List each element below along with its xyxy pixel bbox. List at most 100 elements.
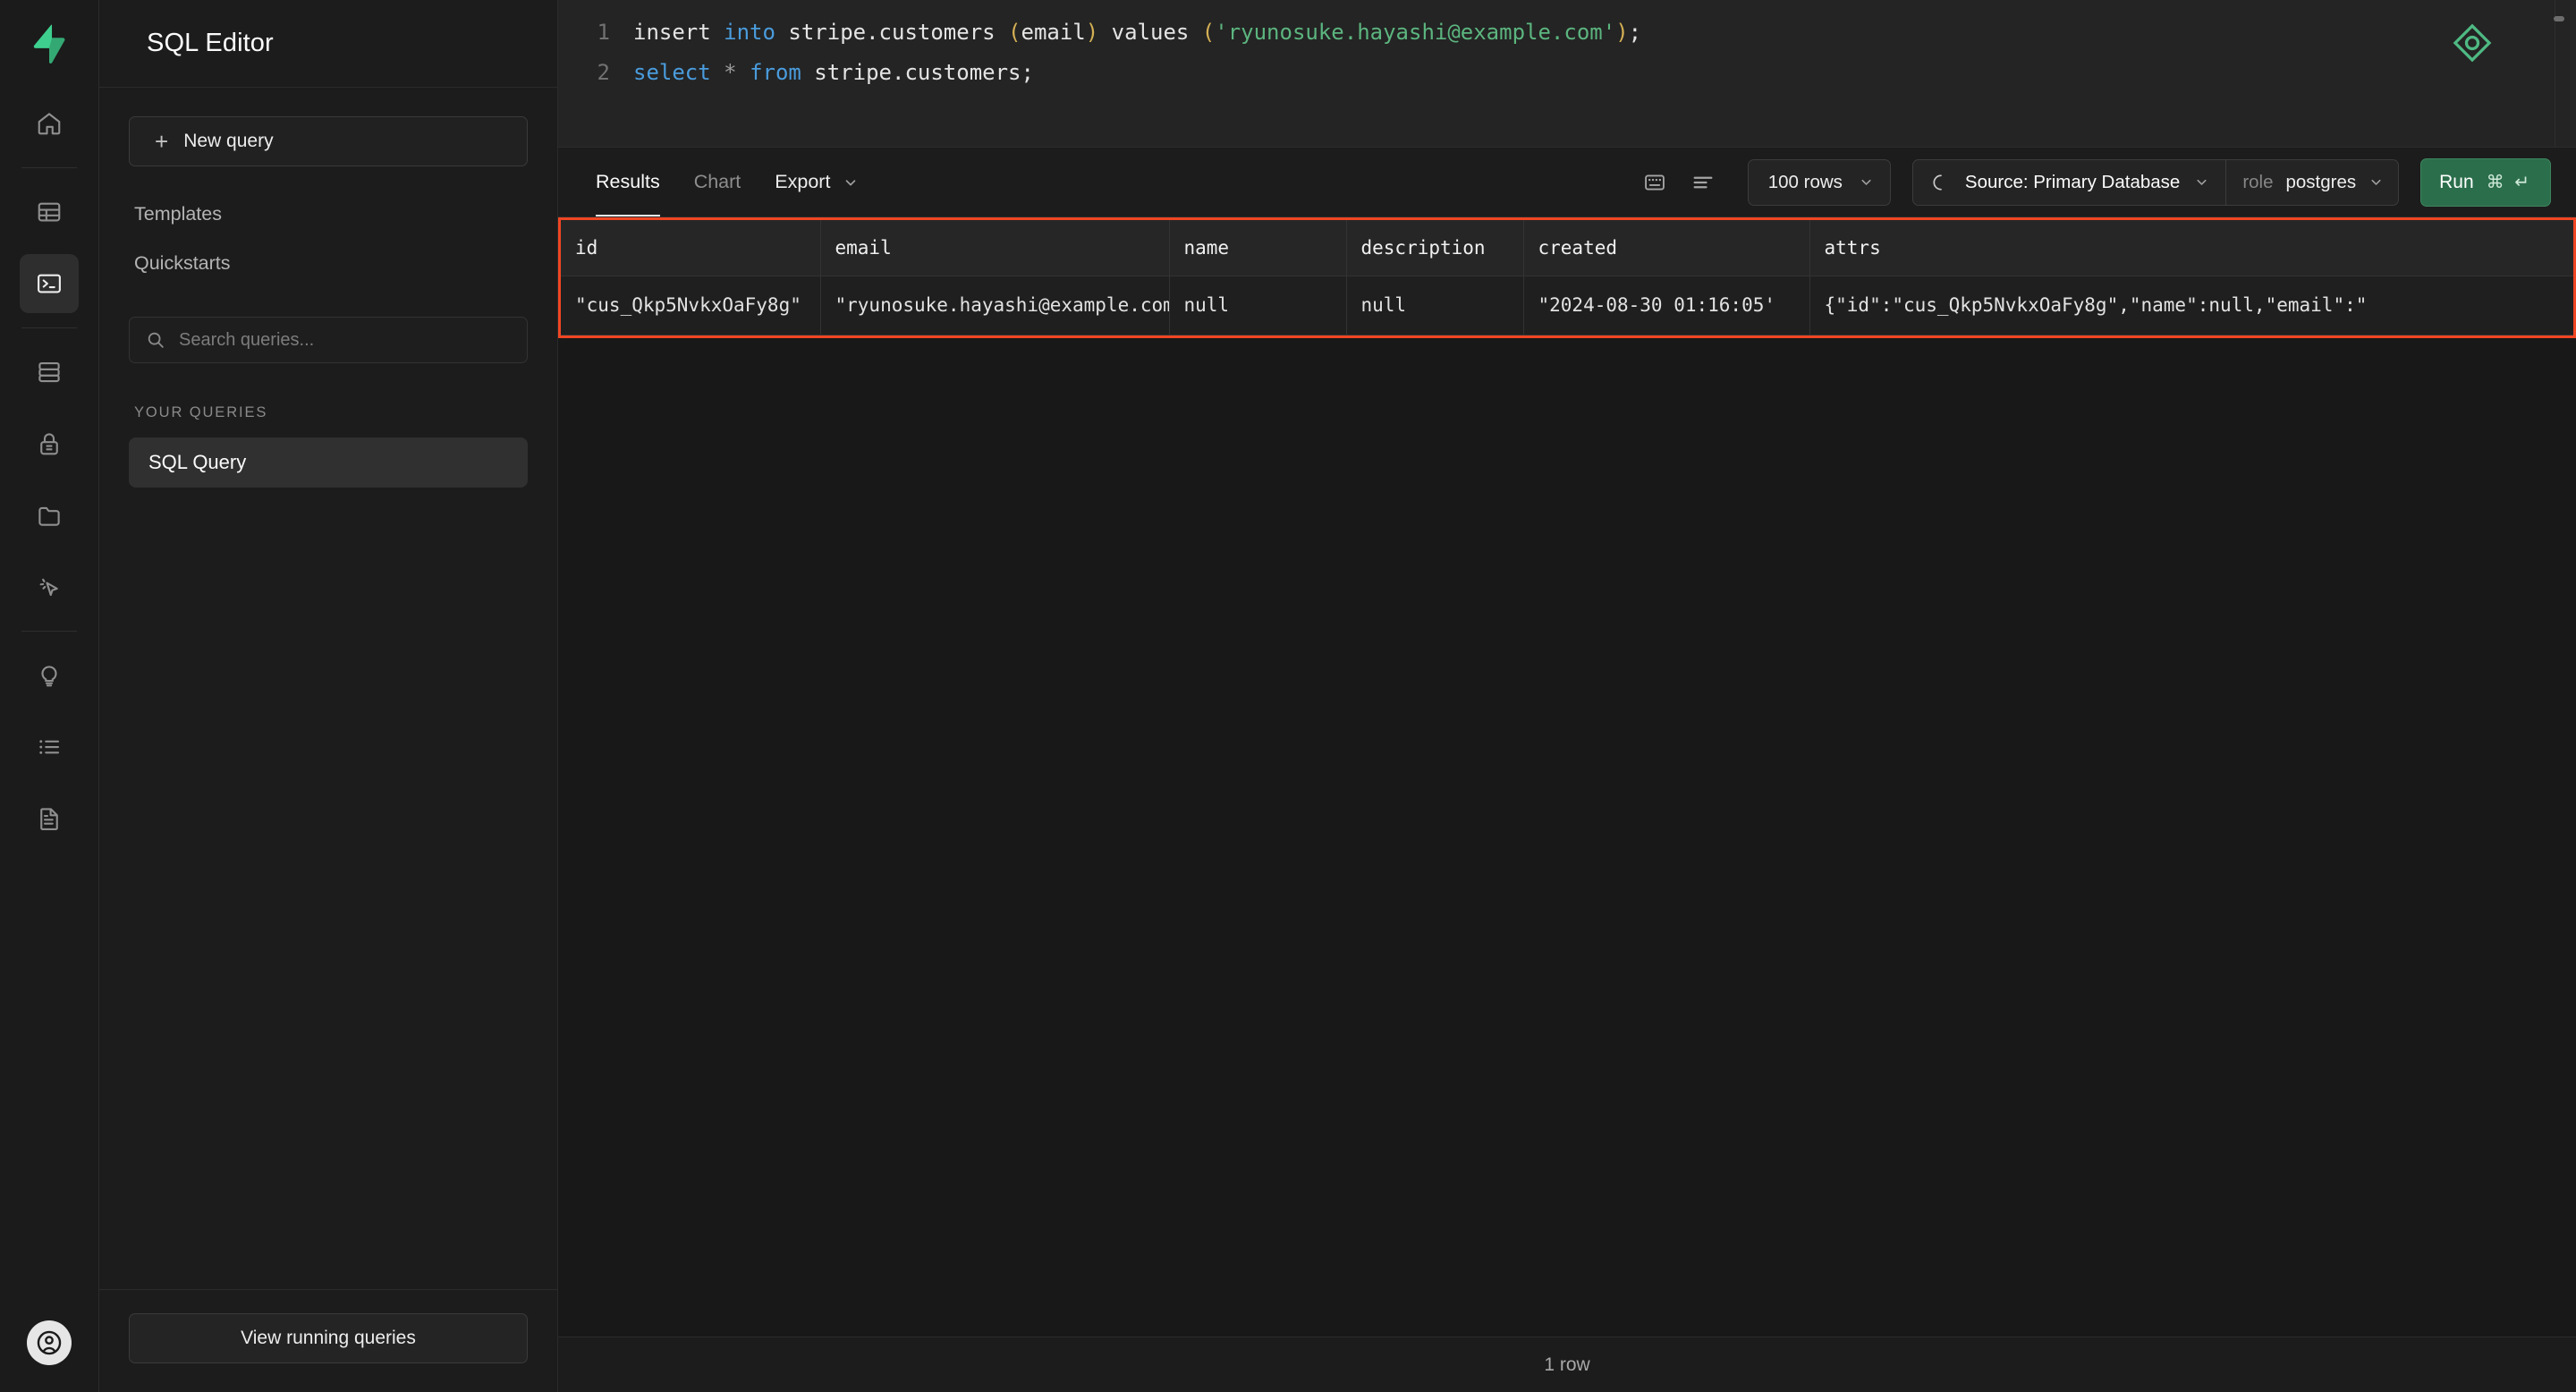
row-count-label: 1 row [1544,1354,1590,1375]
new-query-button[interactable]: + New query [129,116,528,166]
line-number: 2 [597,60,610,85]
table-cell[interactable]: "cus_Qkp5NvkxOaFy8g" [561,276,821,335]
results-table: id email name description created attrs "cus_… [561,220,2573,335]
tab-results-label: Results [596,171,660,192]
table-icon [38,202,61,222]
search-icon [148,332,164,348]
source-database-label: Source: Primary Database [1964,171,2181,192]
table-cell[interactable]: "ryunosuke.hayashi@example.com" [820,276,1170,335]
sidebar-item-table-editor[interactable] [20,182,79,242]
role-dropdown[interactable]: role postgres [2226,160,2398,205]
sidebar-item-authentication[interactable] [20,414,79,473]
code-line: 1 insert into stripe.customers ( email) va… [558,13,2576,53]
chevron-down-icon [2197,179,2207,185]
role-prefix-label: role [2242,171,2274,192]
sidebar-item-home[interactable] [20,94,79,153]
supabase-logo[interactable] [0,0,98,88]
code-token: ) [1085,20,1099,45]
line-number: 1 [597,20,610,45]
column-header[interactable]: email [820,220,1170,276]
nav-item-quickstarts-label: Quickstarts [134,252,231,274]
table-header-row: id email name description created attrs [561,220,2573,276]
sidebar-item-edge-functions[interactable] [20,557,79,616]
keyboard-icon [1644,174,1665,191]
table-cell[interactable]: "2024-08-30 01:16:05' [1523,276,1810,335]
run-query-button[interactable]: Run ⌘ ↵ [2420,157,2551,207]
list-item-sql-query[interactable]: SQL Query [129,437,528,488]
column-header[interactable]: created [1523,220,1810,276]
terminal-icon [38,274,61,293]
code-token: insert [633,20,724,45]
document-icon [40,808,58,830]
keyboard-shortcuts-button[interactable] [1635,163,1674,202]
column-header[interactable]: id [561,220,821,276]
lock-icon [40,433,58,455]
code-content[interactable]: 1 insert into stripe.customers ( email) va… [558,0,2576,93]
code-token: ( [1201,20,1216,45]
rail-icon-list [0,88,98,854]
plus-icon: + [155,128,169,155]
code-token: stripe.customers [775,20,1009,45]
align-left-icon [1693,176,1713,188]
run-button-label: Run [2439,171,2474,192]
sql-code-editor[interactable]: 1 insert into stripe.customers ( email) va… [558,0,2576,148]
code-token: * [724,60,737,85]
chevron-down-icon [1861,179,1871,185]
chevron-down-icon [846,179,856,185]
sidebar-item-storage[interactable] [20,486,79,545]
code-token: into [724,20,775,45]
sidebar-item-sql-editor[interactable] [20,254,79,313]
lightbulb-icon [41,666,57,687]
nav-item-quickstarts[interactable]: Quickstarts [129,250,528,277]
code-token: select [633,60,711,85]
code-token: email [1021,20,1086,45]
nav-item-templates[interactable]: Templates [129,200,528,228]
row-limit-dropdown[interactable]: 100 rows [1747,158,1891,206]
table-cell[interactable]: null [1169,276,1347,335]
column-header[interactable]: description [1346,220,1524,276]
new-query-label: New query [183,131,274,151]
sidebar-item-api-docs[interactable] [20,789,79,848]
sidebar-item-advisors[interactable] [20,646,79,705]
view-running-queries-button[interactable]: View running queries [129,1313,528,1363]
table-cell[interactable]: {"id":"cus_Qkp5NvkxOaFy8g","name":null,"… [1809,276,2573,335]
nav-item-templates-label: Templates [134,203,222,225]
panel-footer: View running queries [99,1289,557,1392]
table-body: "cus_Qkp5NvkxOaFy8g" "ryunosuke.hayashi@e… [561,276,2573,335]
results-pane: id email name description created attrs "cus_… [558,217,2576,1337]
ai-assistant-button[interactable] [2449,20,2496,66]
home-icon [38,113,61,135]
view-running-queries-label: View running queries [241,1328,416,1348]
results-tab-list: Results Chart Export [596,148,859,216]
tab-chart[interactable]: Chart [694,148,741,216]
connection-segmented-control: Source: Primary Database role postgres [1911,158,2400,206]
search-input[interactable] [179,329,511,351]
tab-export-label: Export [775,171,831,192]
results-grid-highlight: id email name description created attrs "cus_… [558,217,2576,338]
code-token: from [750,60,801,85]
tab-chart-label: Chart [693,171,741,192]
column-header[interactable]: name [1169,220,1347,276]
sidebar-item-database[interactable] [20,343,79,402]
code-token: values [1098,20,1202,45]
query-item-label: SQL Query [148,451,247,473]
source-database-dropdown[interactable]: Source: Primary Database [1913,159,2227,205]
table-row[interactable]: "cus_Qkp5NvkxOaFy8g" "ryunosuke.hayashi@e… [561,276,2573,335]
editor-scrollbar[interactable] [2554,0,2564,147]
chevron-down-icon [2371,179,2381,185]
user-avatar[interactable] [27,1320,72,1365]
main-area: 1 insert into stripe.customers ( email) va… [558,0,2576,1392]
folder-icon [38,506,60,526]
sql-query-panel: SQL Editor + New query Templates Quickst… [99,0,558,1392]
sidebar-item-logs[interactable] [20,717,79,777]
tab-export[interactable]: Export [775,148,859,216]
column-header[interactable]: attrs [1809,220,2573,276]
tab-results[interactable]: Results [596,148,660,216]
code-token: 'ryunosuke.hayashi@example.com' [1215,20,1616,45]
format-sql-button[interactable] [1683,163,1723,202]
search-queries-box[interactable] [129,317,528,363]
table-cell[interactable]: null [1346,276,1524,335]
list-icon [39,740,60,754]
